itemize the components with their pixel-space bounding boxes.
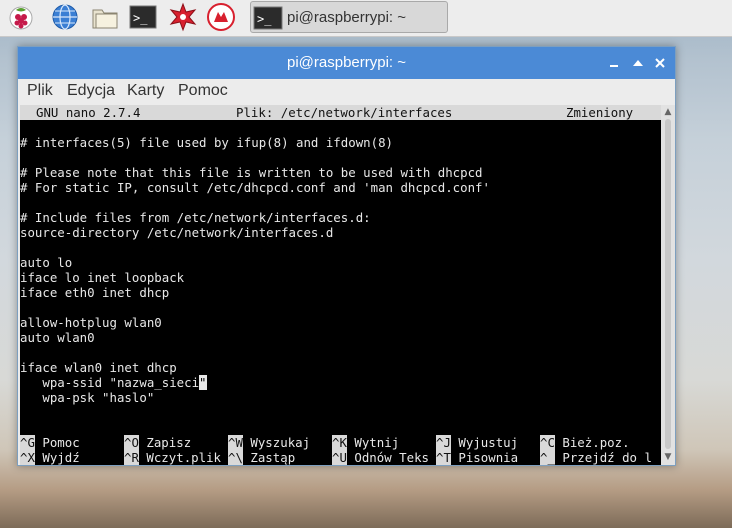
file-manager-icon[interactable] <box>90 2 120 32</box>
editor-line-text: wpa-ssid "nazwa_sieci <box>20 375 200 390</box>
editor-line: auto wlan0 <box>20 330 95 345</box>
shortcut-spell[interactable]: ^T Pisownia <box>436 450 518 465</box>
editor-line: # Please note that this file is written … <box>20 165 483 180</box>
shortcut-read-file[interactable]: ^R Wczyt.plik <box>124 450 221 465</box>
taskbar: >_ >_ pi@raspberrypi: ~ <box>0 0 732 37</box>
editor-line: wpa-psk "haslo" <box>20 390 155 405</box>
terminal-area[interactable]: GNU nano 2.7.4 Plik: /etc/network/interf… <box>20 105 661 465</box>
editor-line: # interfaces(5) file used by ifup(8) and… <box>20 135 393 150</box>
shortcut-justify[interactable]: ^J Wyjustuj <box>436 435 518 450</box>
menu-pomoc[interactable]: Pomoc <box>178 82 228 100</box>
minimize-icon[interactable] <box>606 55 622 71</box>
editor-line: # For static IP, consult /etc/dhcpcd.con… <box>20 180 490 195</box>
shortcut-cut[interactable]: ^K Wytnij <box>332 435 399 450</box>
shortcut-help[interactable]: ^G Pomoc <box>20 435 80 450</box>
nano-header: GNU nano 2.7.4 Plik: /etc/network/interf… <box>20 105 661 120</box>
editor-line: allow-hotplug wlan0 <box>20 315 162 330</box>
scroll-down-icon[interactable]: ▼ <box>663 452 673 462</box>
wolfram-icon[interactable] <box>206 2 236 32</box>
shortcut-search[interactable]: ^W Wyszukaj <box>228 435 310 450</box>
editor-line-current: wpa-ssid "nazwa_sieci" <box>20 375 207 390</box>
svg-text:>_: >_ <box>133 11 148 25</box>
shortcut-exit[interactable]: ^X Wyjdź <box>20 450 80 465</box>
editor-line: source-directory /etc/network/interfaces… <box>20 225 334 240</box>
taskbar-window-button[interactable]: >_ pi@raspberrypi: ~ <box>250 1 448 33</box>
taskbar-window-title: pi@raspberrypi: ~ <box>287 9 407 26</box>
nano-modified-status: Zmieniony <box>566 105 634 120</box>
editor-line: iface eth0 inet dhcp <box>20 285 170 300</box>
terminal-icon: >_ <box>253 6 283 30</box>
svg-text:>_: >_ <box>257 12 272 26</box>
nano-filename: Plik: /etc/network/interfaces <box>236 105 453 120</box>
web-browser-icon[interactable] <box>50 2 80 32</box>
math-kernel-icon[interactable] <box>168 2 198 32</box>
terminal-window: pi@raspberrypi: ~ Plik Edycja Karty Pomo… <box>17 46 676 466</box>
editor-line: iface lo inet loopback <box>20 270 185 285</box>
window-titlebar[interactable]: pi@raspberrypi: ~ <box>18 47 675 79</box>
shortcut-goto-line[interactable]: ^_ Przejdź do l <box>540 450 652 465</box>
nano-version: GNU nano 2.7.4 <box>36 105 141 120</box>
editor-line: iface wlan0 inet dhcp <box>20 360 177 375</box>
shortcut-replace[interactable]: ^\ Zastąp <box>228 450 295 465</box>
shortcut-uncut[interactable]: ^U Odnów Teks <box>332 450 429 465</box>
scrollbar-thumb[interactable] <box>665 119 671 449</box>
close-icon[interactable] <box>652 55 668 71</box>
menu-edycja[interactable]: Edycja <box>67 82 115 100</box>
menu-karty[interactable]: Karty <box>127 82 164 100</box>
editor-line: # Include files from /etc/network/interf… <box>20 210 371 225</box>
text-cursor: " <box>199 375 207 390</box>
raspberry-menu-icon[interactable] <box>6 2 36 32</box>
scroll-up-icon[interactable]: ▲ <box>663 107 673 117</box>
terminal-icon[interactable]: >_ <box>128 2 158 32</box>
menu-plik[interactable]: Plik <box>27 82 53 100</box>
editor-line: auto lo <box>20 255 73 270</box>
shortcut-save[interactable]: ^O Zapisz <box>124 435 191 450</box>
window-title: pi@raspberrypi: ~ <box>286 54 407 71</box>
menu-bar: Plik Edycja Karty Pomoc <box>18 79 675 105</box>
shortcut-cur-pos[interactable]: ^C Bież.poz. <box>540 435 630 450</box>
maximize-icon[interactable] <box>630 55 646 71</box>
terminal-scrollbar[interactable]: ▲ ▼ <box>661 105 675 465</box>
